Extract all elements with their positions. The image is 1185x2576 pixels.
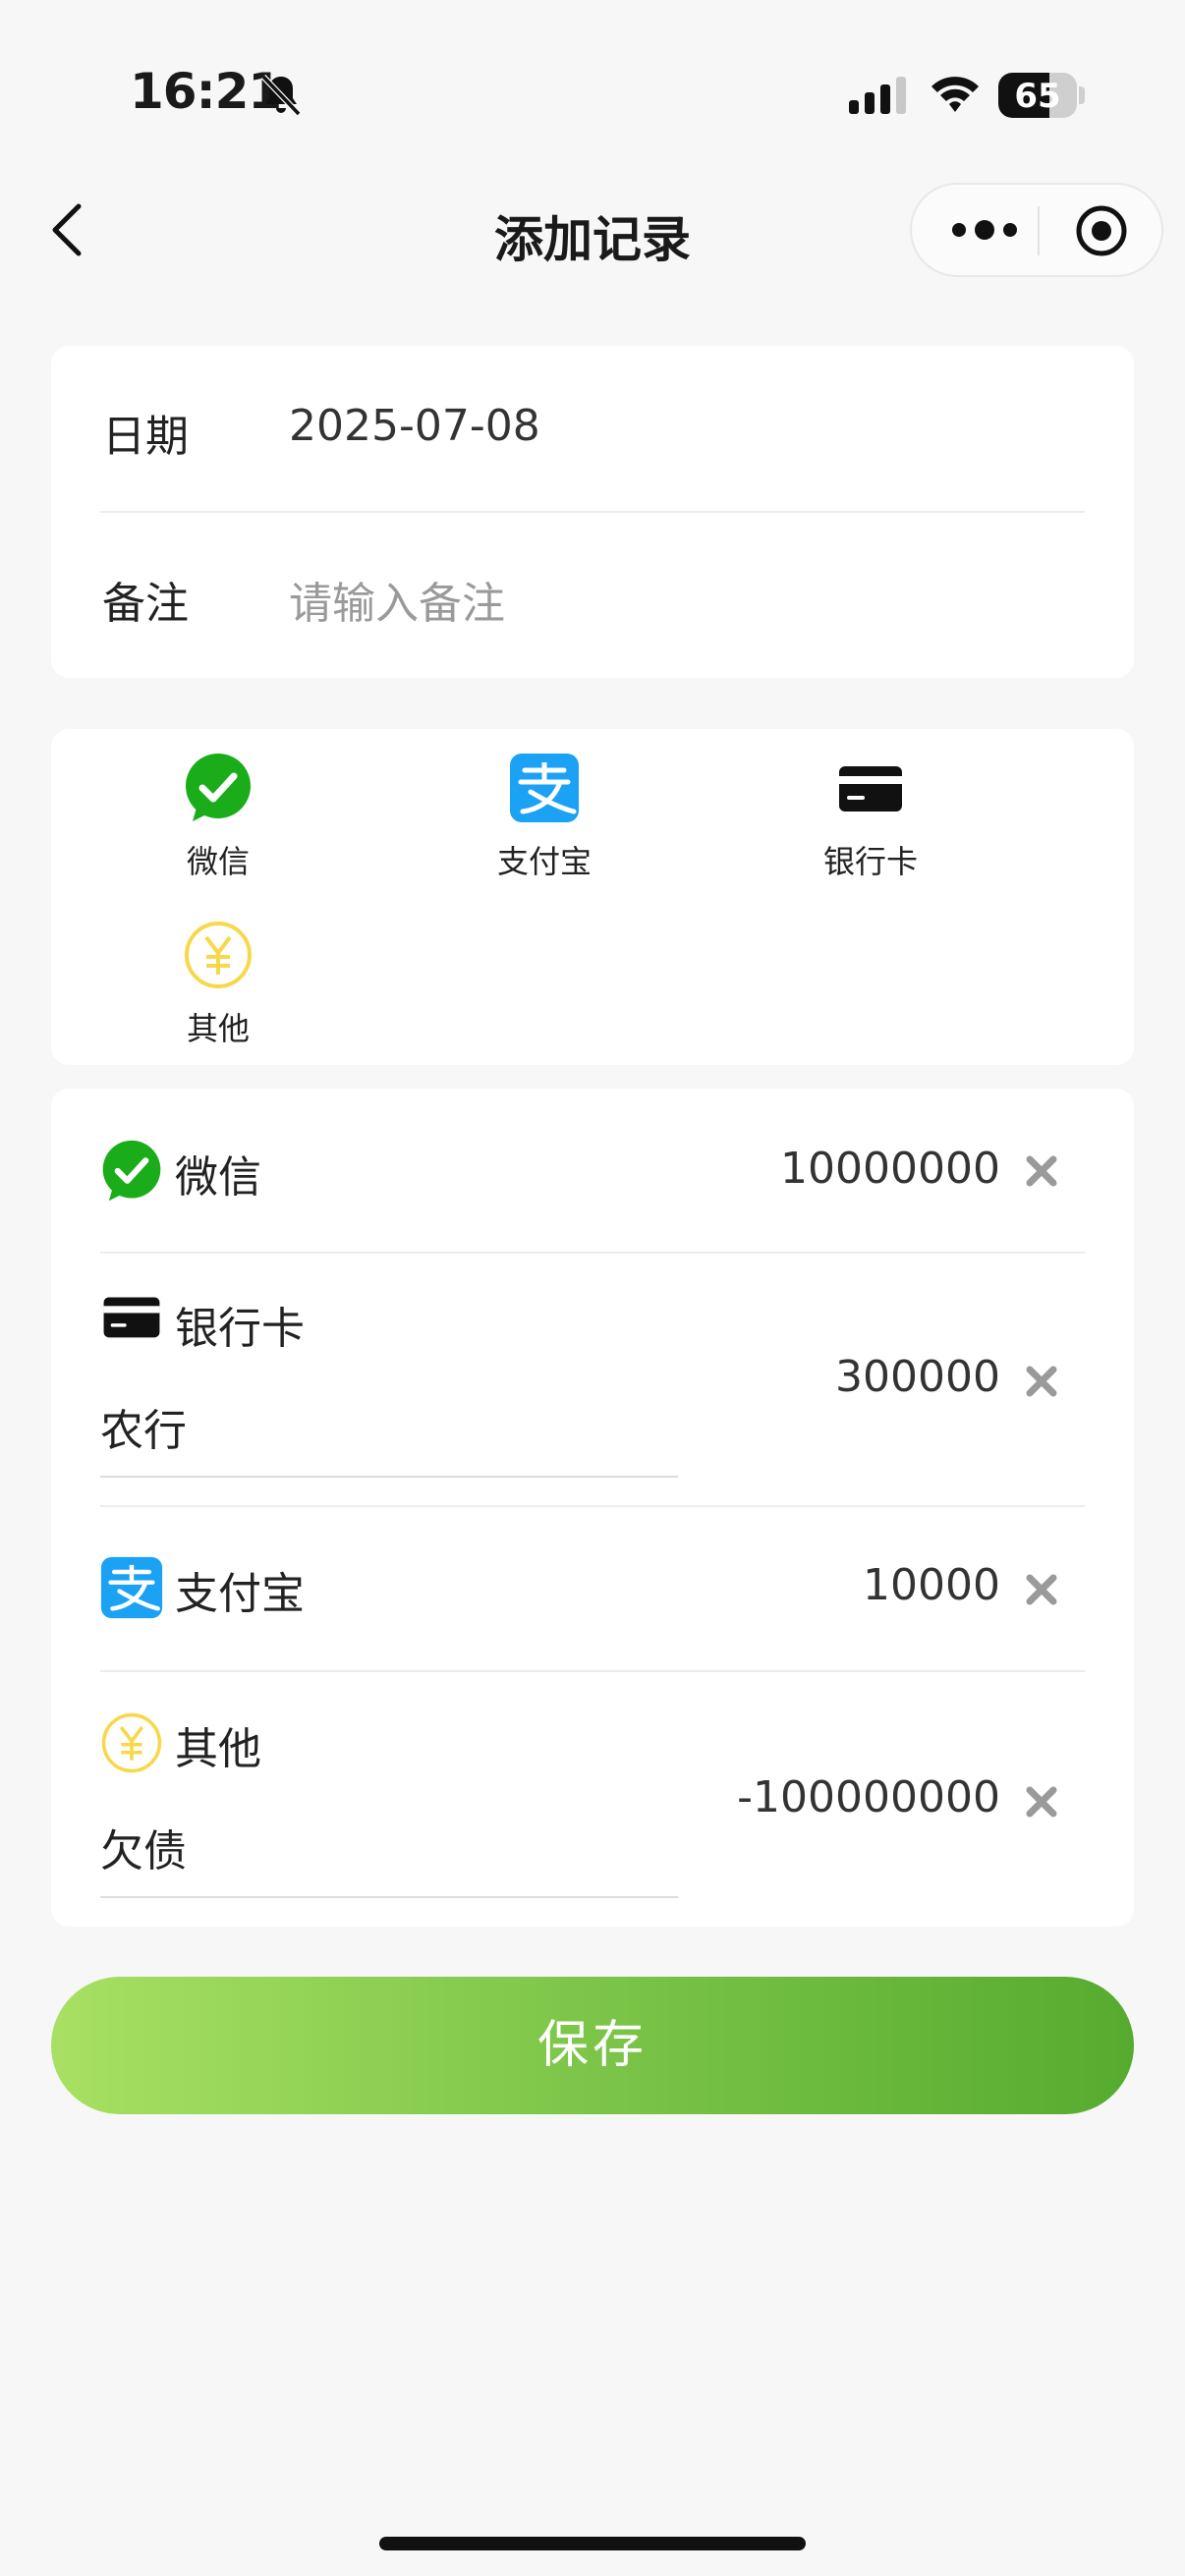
entries-card: 微信 10000000 银行卡 农行 300000 支付宝 10000 其他 欠… (51, 1089, 1134, 1927)
entry-amount-input[interactable]: 300000 (607, 1352, 1000, 1402)
alipay-icon (510, 754, 579, 822)
entry-amount-input[interactable]: 10000000 (607, 1144, 1000, 1194)
capsule-divider (1038, 206, 1040, 255)
pick-other[interactable]: 其他 (110, 920, 326, 1049)
bank-card-icon (839, 766, 902, 812)
battery-level: 65 (1014, 77, 1061, 116)
bank-card-icon (103, 1297, 160, 1338)
pick-bank-card[interactable]: 银行卡 (762, 753, 979, 882)
yuan-coin-icon (101, 1712, 162, 1773)
pick-label: 其他 (186, 1010, 250, 1047)
save-button[interactable]: 保存 (51, 1977, 1134, 2114)
pick-label: 微信 (186, 843, 250, 880)
note-label: 备注 (102, 579, 189, 629)
note-underline (100, 1896, 678, 1898)
signal-icon (849, 77, 906, 114)
entry-name: 支付宝 (175, 1569, 305, 1619)
entry-row: 其他 欠债 -100000000 (51, 1672, 1134, 1924)
entry-amount-input[interactable]: -100000000 (607, 1772, 1000, 1822)
close-icon[interactable] (1024, 1572, 1059, 1607)
mini-program-capsule (910, 183, 1163, 277)
entry-note-input[interactable]: 欠债 (100, 1816, 187, 1878)
date-picker[interactable]: 2025-07-08 (289, 401, 540, 451)
entry-amount-input[interactable]: 10000 (607, 1560, 1000, 1610)
date-label: 日期 (102, 412, 189, 462)
pick-label: 支付宝 (496, 843, 592, 880)
payment-method-picker: 微信 支付宝 银行卡 其他 (51, 729, 1134, 1065)
battery-icon: 65 (998, 73, 1077, 118)
pick-wechat[interactable]: 微信 (110, 753, 326, 882)
close-icon[interactable] (1024, 1153, 1059, 1189)
divider (100, 511, 1085, 513)
entry-row: 微信 10000000 (51, 1089, 1134, 1252)
bell-slash-icon (260, 74, 302, 117)
entry-name: 其他 (175, 1724, 261, 1774)
home-indicator (379, 2537, 806, 2550)
close-icon[interactable] (1024, 1784, 1059, 1820)
pick-alipay[interactable]: 支付宝 (436, 753, 652, 882)
alipay-icon (100, 1556, 163, 1619)
entry-name: 微信 (175, 1152, 261, 1203)
wechat-icon (186, 754, 251, 821)
note-input[interactable]: 请输入备注 (289, 568, 505, 631)
entry-row: 银行卡 农行 300000 (51, 1254, 1134, 1505)
entry-name: 银行卡 (175, 1304, 305, 1354)
wifi-icon (931, 77, 979, 112)
more-dots-icon[interactable] (949, 210, 1020, 250)
entry-note-input[interactable]: 农行 (100, 1395, 187, 1458)
entry-row: 支付宝 10000 (51, 1507, 1134, 1670)
battery-nub (1079, 86, 1085, 104)
close-icon[interactable] (1024, 1364, 1059, 1399)
pick-label: 银行卡 (822, 843, 918, 880)
basic-info-card: 日期 2025-07-08 备注 请输入备注 (51, 346, 1134, 678)
wechat-icon (102, 1140, 161, 1202)
target-icon[interactable] (1075, 204, 1128, 257)
note-underline (100, 1476, 678, 1478)
yuan-coin-icon (185, 922, 252, 988)
